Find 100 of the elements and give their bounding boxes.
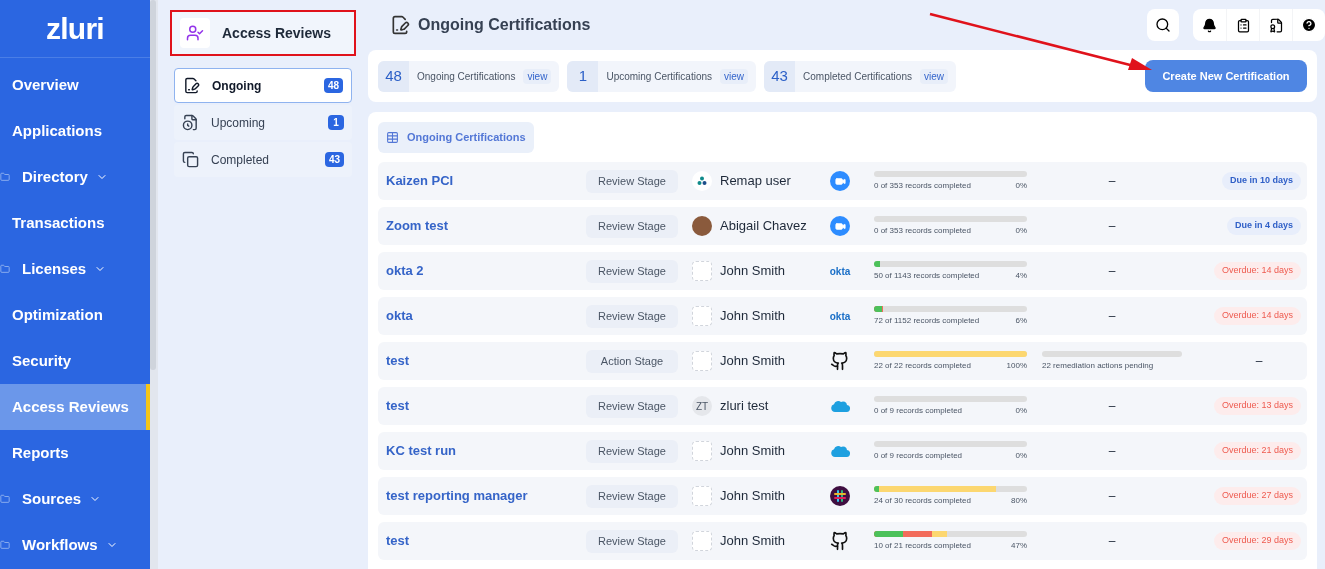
table-row[interactable]: Zoom test Review Stage Abigail Chavez 0 of 353 records completed 0% – Due in 4 days [378,207,1307,245]
broken-image-icon [692,531,712,551]
certification-name[interactable]: test [386,396,586,416]
owner-name: John Smith [720,352,786,371]
sidebar-item[interactable]: Access Reviews [0,384,150,430]
help-icon [1301,17,1317,33]
view-link[interactable]: view [523,68,552,84]
records-text: 22 of 22 records completed [874,359,971,372]
view-link[interactable]: view [919,68,948,84]
table-row[interactable]: KC test run Review Stage John Smith 0 of 9 records completed 0% – Overdue: 21 days [378,432,1307,470]
table-row[interactable]: test Review Stage ZT zluri test 0 of 9 records completed 0% – Overdue: 13 days [378,387,1307,425]
percent-text: 6% [1015,314,1027,327]
documents-icon [182,151,199,168]
records-text: 0 of 9 records completed [874,404,963,417]
stage-label: Action Stage [586,349,678,373]
create-certification-button[interactable]: Create New Certification [1145,60,1307,92]
search-button[interactable] [1147,9,1179,41]
records-text: 24 of 30 records completed [874,494,971,507]
due-badge: Due in 10 days [1221,172,1301,190]
sidebar-item[interactable]: Reports [0,430,150,476]
owner-name: John Smith [720,262,786,281]
records-text: 72 of 1152 records completed [874,314,980,327]
video-camera-icon [830,171,850,191]
bell-icon [1202,17,1217,33]
table-row[interactable]: test Action Stage John Smith 22 of 22 records completed 100% 22 remediation actions pending – [378,342,1307,380]
remediation-text: 22 remediation actions pending [1042,359,1155,372]
logo[interactable]: zluri [46,6,104,51]
owner-name: Remap user [720,172,791,191]
owner-name: John Smith [720,442,786,461]
app-logo: okta [829,264,851,279]
subnav-item[interactable]: Upcoming 1 [174,105,352,140]
certification-name[interactable]: test reporting manager [386,486,586,506]
certification-name[interactable]: test [386,531,586,551]
sidebar-item[interactable]: Directory [0,154,150,200]
records-text: 0 of 9 records completed [874,449,963,462]
app-logo: okta [829,309,851,324]
folder-icon [0,264,10,274]
subnav-item[interactable]: Ongoing 48 [174,68,352,103]
sidebar-item[interactable]: Workflows [0,522,150,568]
due-badge: Due in 4 days [1226,217,1301,235]
count-badge: 1 [328,115,344,130]
owner-name: John Smith [720,307,786,326]
sidebar-item[interactable]: Overview [0,62,150,108]
broken-image-icon [692,306,712,326]
sidebar-item[interactable]: Optimization [0,292,150,338]
owner-logo-icon [692,171,712,191]
certification-name[interactable]: test [386,351,586,371]
subnav-item[interactable]: Completed 43 [174,142,352,177]
view-link[interactable]: view [720,68,749,84]
table-row[interactable]: okta Review Stage John Smith okta 72 of 1152 records completed 6% – Overdue: 14 days [378,297,1307,335]
records-text: 10 of 21 records completed [874,539,971,552]
github-icon [830,351,850,371]
due-badge: Overdue: 13 days [1213,397,1301,415]
certification-name[interactable]: KC test run [386,441,586,461]
sidebar-item[interactable]: Sources [0,476,150,522]
count-badge: 43 [324,152,344,167]
certification-name[interactable]: okta [386,306,586,326]
broken-image-icon [692,261,712,281]
document-badge-icon [1268,17,1284,33]
sidebar-item[interactable]: Applications [0,108,150,154]
empty-dash: – [1108,398,1116,415]
table-tab[interactable]: Ongoing Certifications [378,122,534,153]
empty-dash: – [1108,533,1116,550]
percent-text: 0% [1015,449,1027,462]
due-badge: Overdue: 29 days [1213,532,1301,550]
owner-name: zluri test [720,397,769,416]
owner-name: John Smith [720,532,786,551]
empty-dash: – [1108,173,1116,190]
person-check-icon [180,18,210,48]
stage-label: Review Stage [586,259,678,283]
sidebar-item[interactable]: Licenses [0,246,150,292]
table-row[interactable]: Kaizen PCI Review Stage Remap user 0 of 353 records completed 0% – Due in 10 days [378,162,1307,200]
certification-name[interactable]: Zoom test [386,216,586,236]
hash-logo-icon [830,486,850,506]
video-camera-icon [830,216,850,236]
broken-image-icon [692,486,712,506]
stage-label: Review Stage [586,439,678,463]
owner-name: Abigail Chavez [720,217,807,236]
table-row[interactable]: test reporting manager Review Stage John Smith 24 of 30 records completed 80% – Overdue: 27 days [378,477,1307,515]
github-icon [830,531,850,551]
stage-label: Review Stage [586,394,678,418]
due-badge: Overdue: 21 days [1213,442,1301,460]
folder-icon [0,540,10,550]
certification-name[interactable]: Kaizen PCI [386,171,586,191]
table-icon [386,131,399,144]
records-text: 0 of 353 records completed [874,179,971,192]
certification-name[interactable]: okta 2 [386,261,586,281]
broken-image-icon [692,441,712,461]
stage-label: Review Stage [586,304,678,328]
stage-label: Review Stage [586,484,678,508]
empty-dash: – [1108,263,1116,280]
percent-text: 47% [1011,539,1027,552]
stat-tile: 48 Ongoing Certifications view [378,60,560,92]
document-clock-icon [182,114,199,131]
document-icon [183,77,200,94]
sidebar-item[interactable]: Transactions [0,200,150,246]
table-row[interactable]: test Review Stage John Smith 10 of 21 records completed 47% – Overdue: 29 days [378,522,1307,560]
table-row[interactable]: okta 2 Review Stage John Smith okta 50 of 1143 records completed 4% – Overdue: 14 days [378,252,1307,290]
stage-label: Review Stage [586,169,678,193]
sidebar-item[interactable]: Security [0,338,150,384]
